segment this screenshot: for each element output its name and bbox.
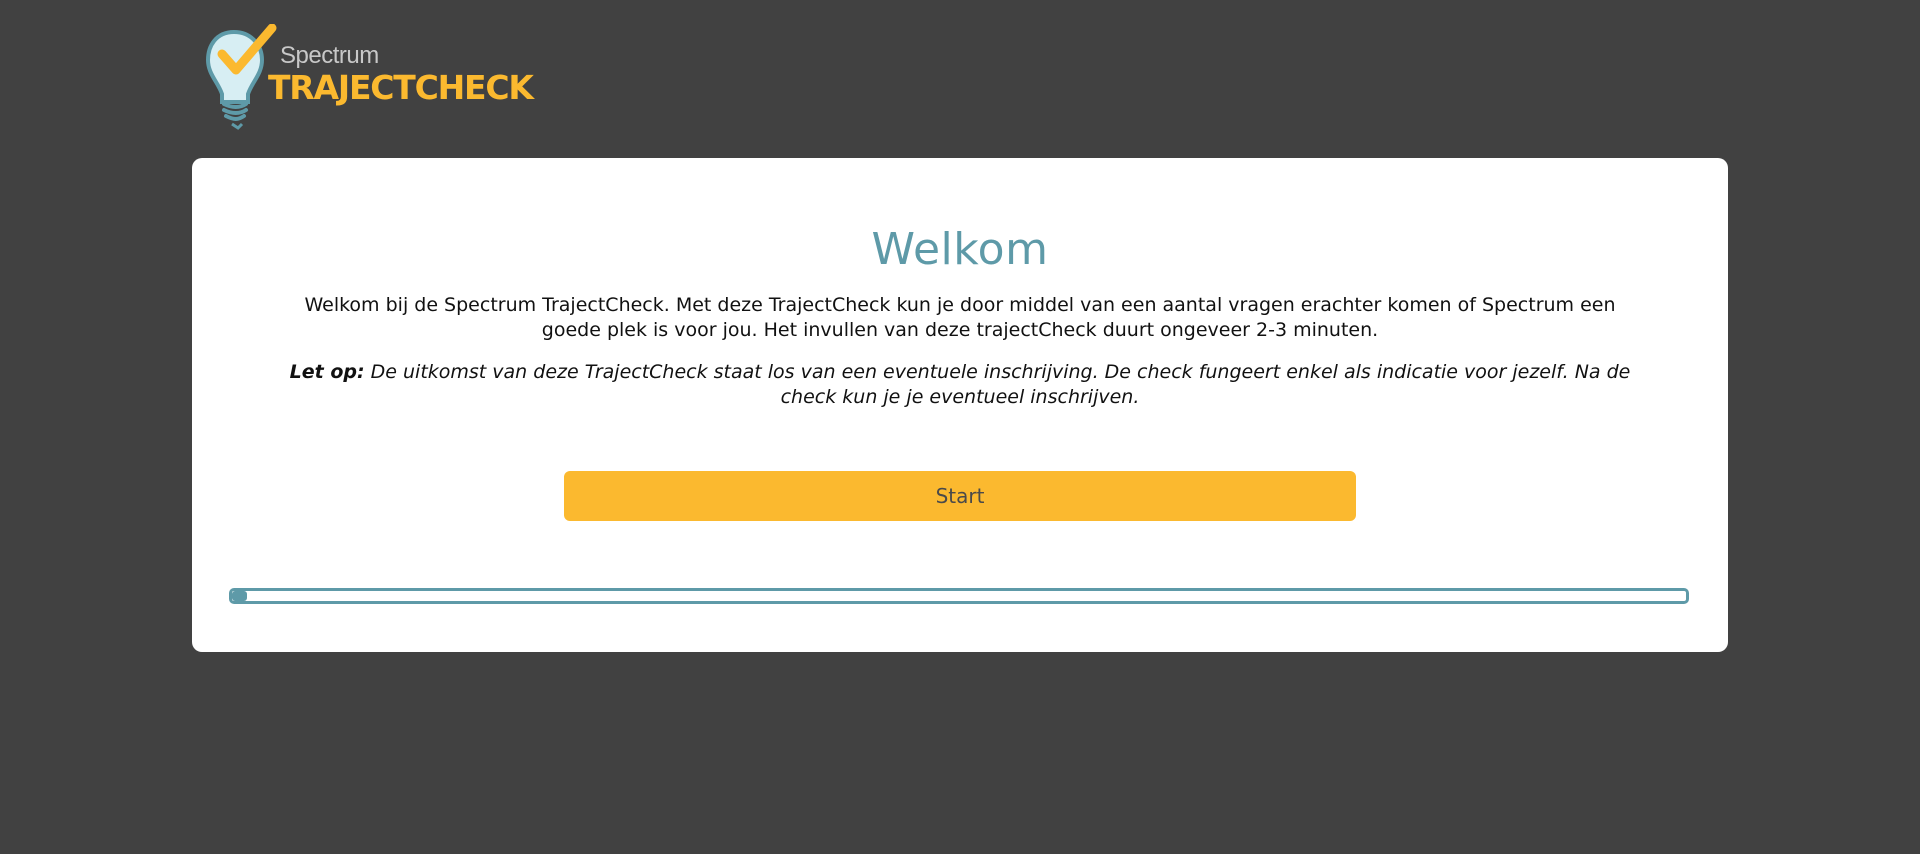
note-label: Let op: [289, 361, 365, 383]
page-title: Welkom [871, 224, 1049, 275]
progress-bar [229, 588, 1689, 604]
intro-text: Welkom bij de Spectrum TrajectCheck. Met… [304, 294, 1616, 341]
logo-brand-title: TRAJECTCHECK [268, 68, 534, 107]
header: Spectrum TRAJECTCHECK [204, 24, 544, 134]
start-button[interactable]: Start [564, 471, 1356, 521]
logo-brand-small: Spectrum [280, 42, 379, 69]
note-paragraph: Let op: De uitkomst van deze TrajectChec… [272, 360, 1648, 410]
lightbulb-check-icon [205, 24, 277, 130]
progress-fill [232, 591, 247, 601]
note-text: De uitkomst van deze TrajectCheck staat … [364, 361, 1631, 408]
welcome-card: Welkom Welkom bij de Spectrum TrajectChe… [192, 158, 1728, 652]
